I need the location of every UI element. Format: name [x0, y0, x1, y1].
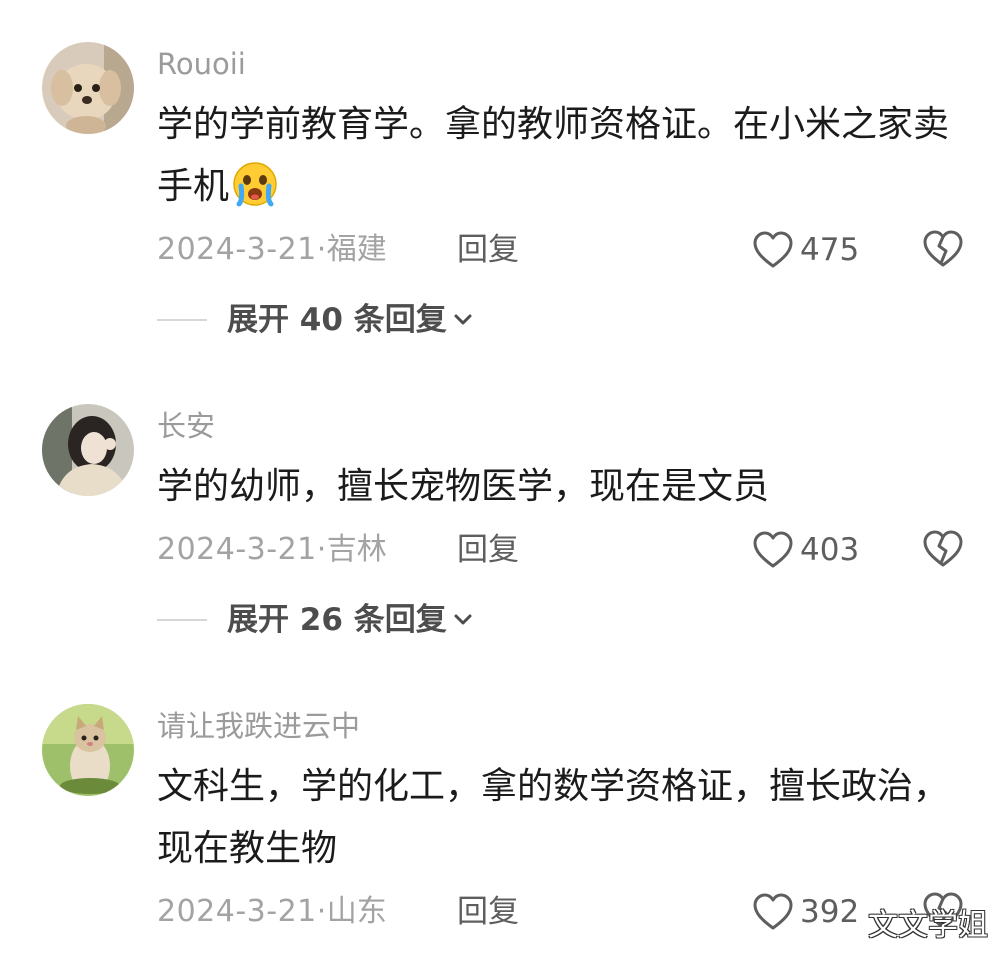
expand-replies-button[interactable]: 展开 40 条回复: [157, 300, 473, 340]
cat-avatar-icon: [42, 704, 134, 796]
like-button[interactable]: 475: [752, 230, 859, 270]
chevron-down-icon: [454, 614, 472, 625]
avatar[interactable]: [42, 42, 134, 134]
heart-icon: [753, 531, 793, 568]
heart-icon: [753, 231, 793, 268]
comment-meta: 2024-3-21·福建: [157, 230, 387, 270]
username[interactable]: Rouoii: [157, 46, 246, 82]
like-button[interactable]: 392: [752, 892, 859, 932]
expand-replies-label: 展开 40 条回复: [227, 302, 447, 338]
divider-line: [157, 619, 207, 621]
comment-location: 吉林: [326, 532, 387, 567]
comment-text: 文科生，学的化工，拿的数学资格证，擅长政治，现在教生物: [157, 766, 950, 869]
dislike-button[interactable]: [922, 230, 964, 270]
comment-meta: 2024-3-21·吉林: [157, 530, 387, 570]
comment-text: 学的幼师，擅长宠物医学，现在是文员: [157, 466, 770, 507]
divider-line: [157, 319, 207, 321]
like-button[interactable]: 403: [752, 530, 859, 570]
comment-date: 2024-3-21·: [157, 232, 327, 267]
reply-button[interactable]: 回复: [457, 230, 519, 270]
comment-location: 福建: [326, 232, 387, 267]
reply-button[interactable]: 回复: [457, 892, 519, 932]
comment-date: 2024-3-21·: [157, 894, 327, 929]
avatar[interactable]: [42, 404, 134, 496]
crying-face-emoji-icon: [231, 160, 279, 228]
username[interactable]: 长安: [157, 408, 215, 444]
dislike-button[interactable]: [922, 530, 964, 570]
reply-button[interactable]: 回复: [457, 530, 519, 570]
comment-location: 山东: [326, 894, 387, 929]
broken-heart-icon: [923, 530, 963, 567]
comment-date: 2024-3-21·: [157, 532, 327, 567]
expand-replies-label: 展开 26 条回复: [227, 602, 447, 638]
expand-replies-button[interactable]: 展开 26 条回复: [157, 600, 473, 640]
comment-meta: 2024-3-21·山东: [157, 892, 387, 932]
like-count: 392: [800, 894, 860, 930]
watermark: 文文学姐: [868, 908, 988, 943]
like-count: 403: [800, 532, 860, 568]
girl-avatar-icon: [42, 404, 134, 496]
broken-heart-icon: [923, 230, 963, 267]
comment-text: 学的学前教育学。拿的教师资格证。在小米之家卖手机: [157, 94, 957, 228]
chevron-down-icon: [454, 314, 472, 325]
username[interactable]: 请让我跌进云中: [157, 708, 360, 744]
like-count: 475: [800, 232, 860, 268]
dog-avatar-icon: [42, 42, 134, 134]
heart-icon: [753, 893, 793, 930]
avatar[interactable]: [42, 704, 134, 796]
